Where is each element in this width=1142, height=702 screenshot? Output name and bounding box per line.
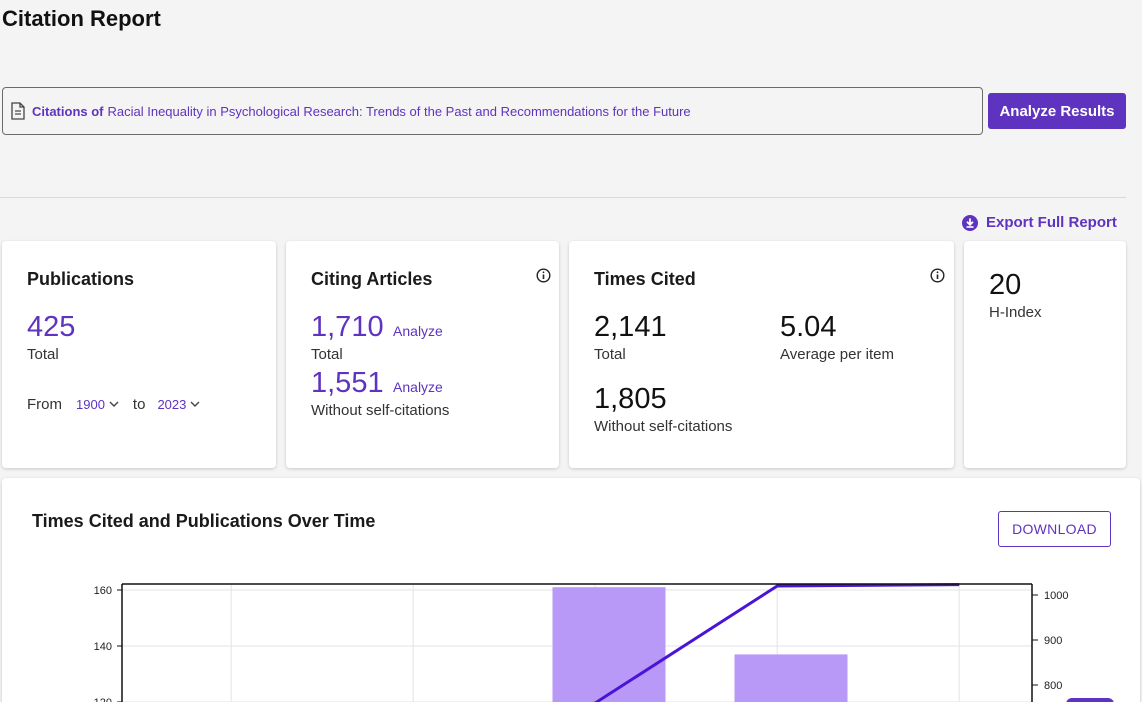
times-cited-without-self: 1,805 — [594, 383, 667, 415]
chart-panel: Times Cited and Publications Over Time D… — [2, 478, 1140, 702]
h-index-card: 20 H-Index — [964, 241, 1126, 468]
chevron-down-icon — [190, 401, 200, 407]
floating-action-button[interactable] — [1066, 698, 1114, 702]
bar — [734, 654, 848, 702]
citing-total-label: Total — [311, 346, 343, 363]
citing-without-self-label: Without self-citations — [311, 402, 450, 419]
right-tick-label: 800 — [1044, 680, 1062, 692]
chevron-down-icon — [109, 401, 119, 407]
left-tick-label: 140 — [94, 641, 112, 653]
publications-total-label: Total — [27, 346, 59, 363]
right-tick-label: 900 — [1044, 635, 1062, 647]
times-cited-without-self-label: Without self-citations — [594, 418, 733, 435]
times-cited-title: Times Cited — [594, 269, 696, 289]
to-label: to — [132, 396, 146, 413]
citing-articles-title: Citing Articles — [311, 269, 433, 289]
citation-prefix: Citations of — [32, 103, 104, 119]
publications-total: 425 — [27, 311, 76, 343]
left-tick-label: 160 — [94, 585, 112, 597]
times-cited-average: 5.04 — [780, 311, 837, 343]
from-year-value: 1900 — [76, 397, 105, 412]
info-icon[interactable] — [930, 268, 945, 283]
export-full-report-link[interactable]: Export Full Report — [962, 214, 1117, 231]
times-cited-chart: 120 140 160 800 900 1000 — [94, 583, 1068, 702]
citing-articles-card: Citing Articles 1,710 Analyze Total 1,55… — [286, 241, 559, 468]
times-cited-total-label: Total — [594, 346, 626, 363]
publications-title: Publications — [27, 269, 135, 289]
analyze-without-self-link[interactable]: Analyze — [393, 379, 443, 395]
to-year-select[interactable]: 2023 — [157, 397, 200, 412]
times-cited-average-label: Average per item — [780, 346, 894, 363]
year-range: From 1900 to 2023 — [27, 396, 200, 413]
from-year-select[interactable]: 1900 — [76, 397, 119, 412]
publications-card: Publications 425 Total From 1900 to 2023 — [2, 241, 276, 468]
citation-title-link[interactable]: Racial Inequality in Psychological Resea… — [108, 104, 691, 119]
info-icon[interactable] — [536, 268, 551, 283]
analyze-results-button[interactable]: Analyze Results — [988, 93, 1126, 129]
page-title: Citation Report — [2, 6, 161, 31]
times-cited-total: 2,141 — [594, 311, 667, 343]
h-index-value: 20 — [989, 269, 1022, 301]
h-index-label: H-Index — [989, 304, 1042, 321]
citing-articles-total: 1,710 — [311, 311, 384, 343]
download-circle-icon — [962, 214, 978, 231]
bar — [552, 587, 666, 702]
left-tick-label: 120 — [94, 697, 112, 702]
citing-without-self: 1,551 — [311, 367, 384, 399]
export-full-report-label: Export Full Report — [986, 214, 1117, 231]
times-cited-card: Times Cited 2,141 Total 5.04 Average per… — [569, 241, 954, 468]
document-icon — [11, 102, 25, 120]
section-divider — [0, 197, 1126, 198]
citation-source-box: Citations of Racial Inequality in Psycho… — [2, 87, 983, 135]
to-year-value: 2023 — [157, 397, 187, 412]
from-label: From — [27, 396, 62, 413]
analyze-total-link[interactable]: Analyze — [393, 323, 443, 339]
right-tick-label: 1000 — [1044, 590, 1068, 602]
